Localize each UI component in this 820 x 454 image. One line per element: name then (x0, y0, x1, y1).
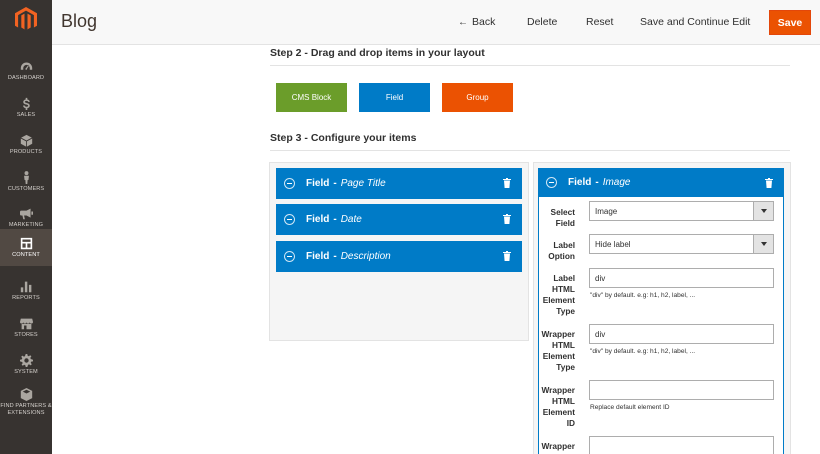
step3-title: Step 3 - Configure your items (270, 132, 417, 144)
save-button[interactable]: Save (769, 10, 811, 35)
magento-logo-icon[interactable] (0, 0, 52, 38)
nav-label: SYSTEM (14, 368, 38, 375)
trash-icon[interactable] (503, 178, 511, 188)
divider (270, 65, 790, 66)
nav-system[interactable]: SYSTEM (0, 346, 52, 383)
layout-item-description[interactable]: Field - Description (276, 241, 522, 272)
gear-icon (19, 353, 33, 367)
separator: - (333, 214, 337, 225)
label-option-label: Label Option (548, 240, 575, 261)
item-type: Field (306, 178, 330, 189)
nav-products[interactable]: PRODUCTS (0, 126, 52, 163)
back-button[interactable]: ← Back (458, 16, 495, 28)
wrapper-html-element-type-label: Wrapper HTML Element Type (541, 329, 575, 372)
item-name: Page Title (340, 178, 386, 189)
nav-label: SALES (16, 111, 36, 118)
layout-icon (20, 237, 32, 250)
page-title: Blog (61, 11, 98, 31)
collapse-icon[interactable] (546, 177, 557, 188)
nav-label: CONTENT (12, 251, 40, 258)
item-type: Field (306, 214, 330, 225)
item-name: Description (340, 251, 391, 262)
storefront-icon (19, 318, 33, 330)
label-option-dropdown[interactable]: Hide label (589, 234, 774, 254)
label-html-element-type-label: Label HTML Element Type (542, 273, 575, 316)
label-option-value: Hide label (595, 239, 631, 249)
bar-chart-icon (20, 281, 31, 293)
save-and-continue-button[interactable]: Save and Continue Edit (640, 16, 750, 28)
separator: - (595, 177, 599, 188)
step2-title: Step 2 - Drag and drop items in your lay… (270, 47, 485, 59)
cms-block-draggable[interactable]: CMS Block (276, 83, 347, 112)
wrapper-next-input[interactable] (589, 436, 774, 454)
select-field-label: Select Field (550, 207, 575, 228)
label-html-hint: "div" by default. e.g: h1, h2, label, ..… (590, 292, 696, 299)
item-name: Image (602, 177, 631, 188)
wrapper-html-element-type-input[interactable]: div (589, 324, 774, 344)
separator: - (333, 178, 337, 189)
nav-label: CUSTOMERS (7, 185, 45, 192)
wrapper-next-label: Wrapper (541, 441, 575, 451)
nav-label: STORES (14, 331, 38, 338)
delete-button[interactable]: Delete (527, 16, 557, 28)
nav-label: PRODUCTS (9, 148, 43, 155)
reset-button[interactable]: Reset (586, 16, 613, 28)
trash-icon[interactable] (503, 214, 511, 224)
trash-icon[interactable] (503, 251, 511, 261)
nav-find-partners[interactable]: FIND PARTNERS & EXTENSIONS (0, 382, 52, 422)
nav-content[interactable]: CONTENT (0, 229, 52, 266)
nav-label: MARKETING (8, 221, 44, 228)
speedometer-icon (20, 62, 32, 70)
nav-label: FIND PARTNERS & EXTENSIONS (0, 403, 52, 416)
nav-dashboard[interactable]: DASHBOARD (0, 52, 52, 89)
select-field-dropdown[interactable]: Image (589, 201, 774, 221)
arrow-left-icon: ← (458, 17, 468, 28)
person-icon (23, 171, 29, 184)
wrapper-html-element-id-label: Wrapper HTML Element ID (541, 385, 575, 428)
divider (270, 150, 790, 151)
wrapper-html-hint: "div" by default. e.g: h1, h2, label, ..… (590, 348, 696, 355)
page-header: Blog ← Back Delete Reset Save and Continu… (52, 0, 820, 45)
chevron-down-icon (753, 235, 773, 253)
megaphone-icon (19, 208, 33, 220)
select-field-value: Image (595, 206, 618, 216)
back-label: Back (472, 16, 496, 28)
item-type: Field (568, 177, 592, 188)
label-html-element-type-input[interactable]: div (589, 268, 774, 288)
admin-sidebar: DASHBOARD SALES PRODUCTS CUSTOMERS MARKE… (0, 0, 52, 454)
wrapper-html-element-id-input[interactable] (589, 380, 774, 400)
box-icon (20, 388, 32, 402)
nav-reports[interactable]: REPORTS (0, 272, 52, 309)
nav-customers[interactable]: CUSTOMERS (0, 163, 52, 200)
collapse-icon[interactable] (284, 251, 295, 262)
item-type: Field (306, 251, 330, 262)
collapse-icon[interactable] (284, 214, 295, 225)
layout-item-date[interactable]: Field - Date (276, 204, 522, 235)
group-draggable[interactable]: Group (442, 83, 513, 112)
trash-icon[interactable] (765, 178, 773, 188)
nav-label: REPORTS (12, 294, 40, 301)
layout-item-page-title[interactable]: Field - Page Title (276, 168, 522, 199)
dollar-icon (22, 97, 30, 110)
nav-stores[interactable]: STORES (0, 309, 52, 346)
nav-label: DASHBOARD (7, 74, 45, 81)
collapse-icon[interactable] (284, 178, 295, 189)
config-item-header-image[interactable]: Field - Image (538, 168, 784, 197)
nav-sales[interactable]: SALES (0, 89, 52, 126)
item-name: Date (340, 214, 362, 225)
cube-icon (20, 134, 32, 147)
field-draggable[interactable]: Field (359, 83, 430, 112)
chevron-down-icon (753, 202, 773, 220)
wrapper-id-hint: Replace default element ID (590, 404, 670, 411)
separator: - (333, 251, 337, 262)
